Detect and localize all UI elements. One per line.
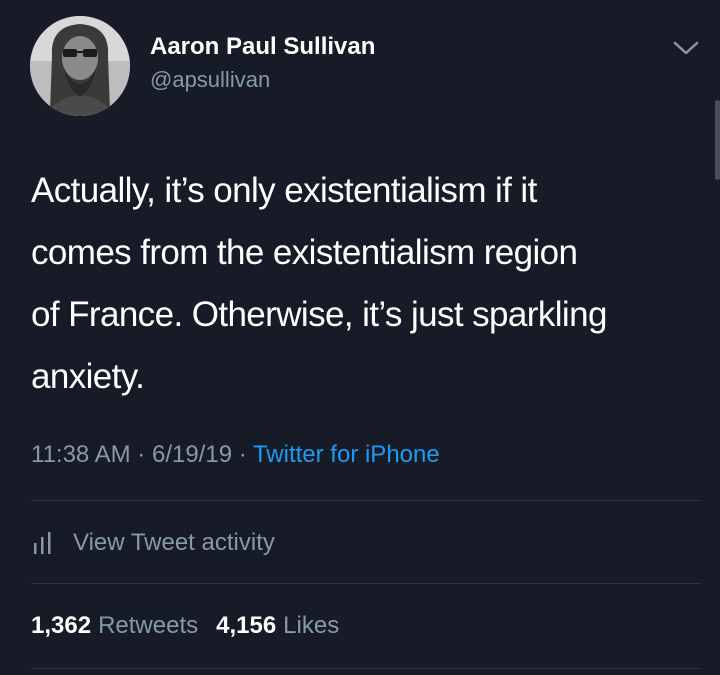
meta-separator: · <box>238 441 247 468</box>
scrollbar[interactable] <box>715 100 720 180</box>
tweet-source-link[interactable]: Twitter for iPhone <box>253 441 440 468</box>
view-tweet-activity-label: View Tweet activity <box>73 529 275 556</box>
likes-stat[interactable]: 4,156 Likes <box>216 612 339 640</box>
avatar-photo <box>30 16 130 116</box>
meta-separator: · <box>137 441 146 468</box>
divider <box>31 583 701 584</box>
chevron-down-icon[interactable] <box>672 38 700 58</box>
tweet-meta: 11:38 AM · 6/19/19 · Twitter for iPhone <box>31 441 440 469</box>
retweets-label: Retweets <box>98 612 199 639</box>
tweet-text-line: anxiety. <box>31 357 145 396</box>
tweet-card: Aaron Paul Sullivan @apsullivan Actually… <box>0 0 720 675</box>
retweets-count: 1,362 <box>31 612 92 639</box>
tweet-text-line: of France. Otherwise, it’s just sparklin… <box>31 295 607 334</box>
author-handle[interactable]: @apsullivan <box>150 67 270 93</box>
divider <box>31 500 701 501</box>
retweets-stat[interactable]: 1,362 Retweets <box>31 612 198 640</box>
tweet-stats: 1,362 Retweets 4,156 Likes <box>31 612 357 640</box>
tweet-date[interactable]: 6/19/19 <box>152 441 232 468</box>
tweet-text-line: comes from the existentialism region <box>31 233 578 272</box>
tweet-time[interactable]: 11:38 AM <box>31 441 131 468</box>
author-display-name[interactable]: Aaron Paul Sullivan <box>150 33 375 61</box>
tweet-text-line: Actually, it’s only existentialism if it <box>31 171 537 210</box>
bar-chart-icon <box>34 532 51 554</box>
tweet-text: Actually, it’s only existentialism if it… <box>31 160 701 408</box>
likes-count: 4,156 <box>216 612 277 639</box>
avatar[interactable] <box>30 16 130 116</box>
likes-label: Likes <box>283 612 340 639</box>
divider <box>31 668 701 669</box>
view-tweet-activity-button[interactable]: View Tweet activity <box>31 528 275 558</box>
